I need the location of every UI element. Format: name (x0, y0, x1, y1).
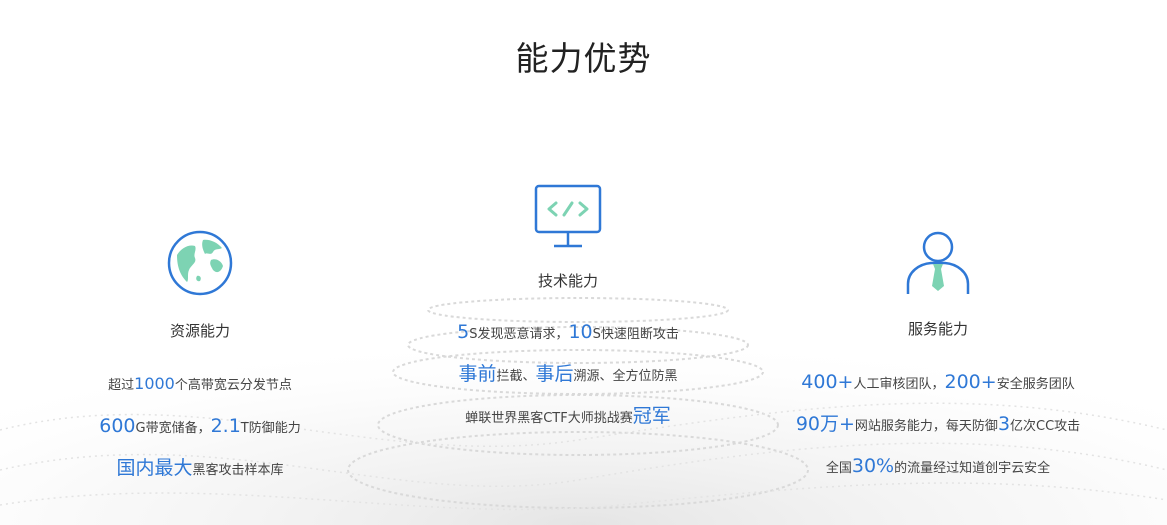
capability-line: 90万+网站服务能力，每天防御3亿次CC攻击 (795, 413, 1081, 435)
capability-resource: 资源能力 超过1000个高带宽云分发节点 600G带宽储备，2.1T防御能力 国… (40, 0, 360, 489)
user-tie-icon (906, 231, 970, 294)
capability-technology: 技术能力 5S发现恶意请求，10S快速阻断攻击 事前拦截、事后溯源、全方位防黑 … (408, 0, 728, 437)
capability-line: 超过1000个高带宽云分发节点 (108, 374, 292, 393)
capability-line: 600G带宽储备，2.1T防御能力 (99, 415, 301, 437)
capability-title: 服务能力 (907, 320, 968, 338)
capability-line: 5S发现恶意请求，10S快速阻断攻击 (457, 321, 679, 343)
capability-title: 技术能力 (537, 272, 598, 290)
capability-line: 400+人工审核团队，200+安全服务团队 (801, 371, 1075, 393)
capability-line: 国内最大黑客攻击样本库 (116, 457, 284, 479)
capability-line: 蝉联世界黑客CTF大师挑战赛冠军 (465, 405, 671, 427)
capability-line: 事前拦截、事后溯源、全方位防黑 (458, 363, 678, 385)
capability-title: 资源能力 (169, 322, 230, 340)
globe-icon (167, 230, 233, 296)
capability-line: 全国30%的流量经过知道创宇云安全 (825, 455, 1051, 477)
capability-service: 服务能力 400+人工审核团队，200+安全服务团队 90万+网站服务能力，每天… (778, 0, 1098, 487)
code-monitor-icon (534, 184, 602, 248)
